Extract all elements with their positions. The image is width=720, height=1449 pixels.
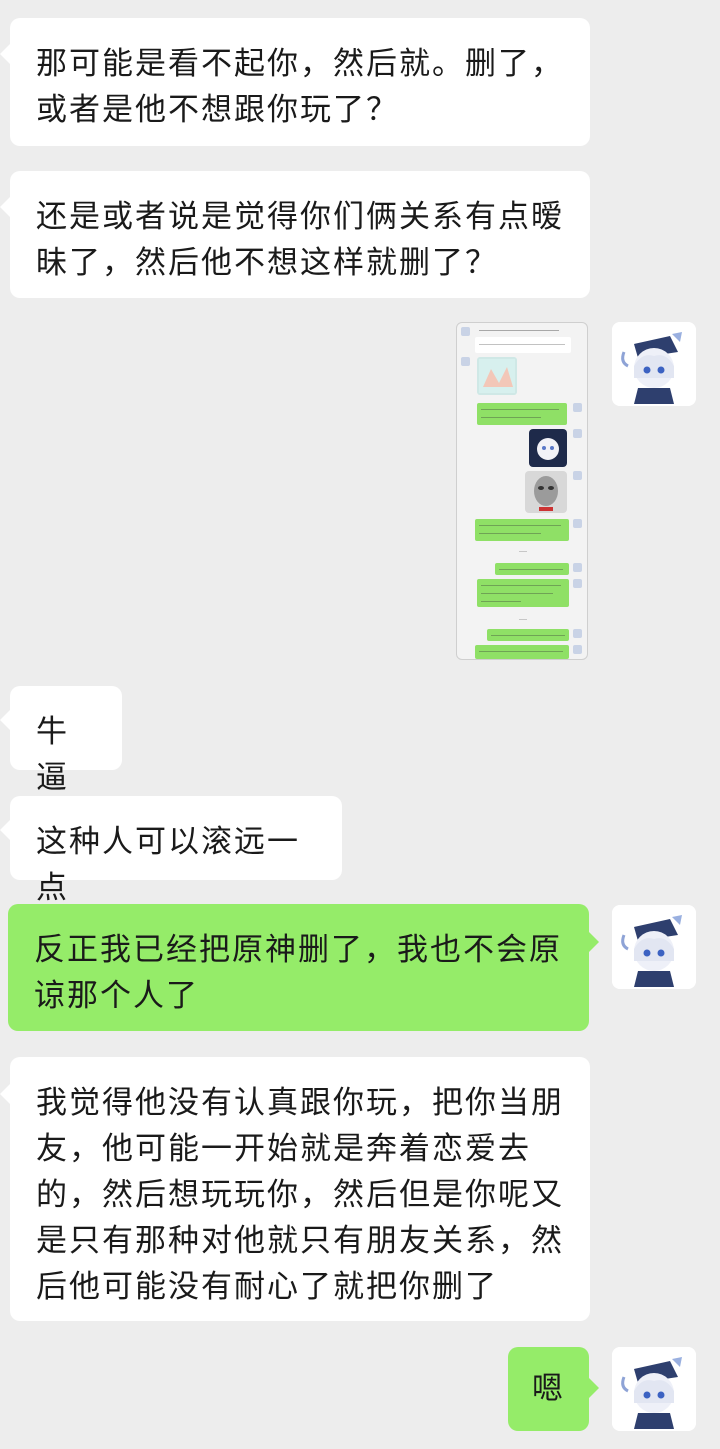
bubble-tail xyxy=(0,1084,10,1104)
avatar[interactable] xyxy=(612,1347,696,1431)
message-text: 牛逼 xyxy=(36,714,69,796)
bubble-tail xyxy=(0,44,10,64)
message-text: 我觉得他没有认真跟你玩，把你当朋友，他可能一开始就是奔着恋爱去的，然后想玩玩你，… xyxy=(36,1085,564,1305)
sticker-image xyxy=(525,471,567,513)
anime-avatar-icon xyxy=(612,322,696,406)
bubble-tail xyxy=(0,197,10,217)
anime-avatar-icon xyxy=(612,905,696,989)
message-text: 那可能是看不起你，然后就。删了，或者是他不想跟你玩了？ xyxy=(36,46,564,128)
message-text: 还是或者说是觉得你们俩关系有点暧昧了，然后他不想这样就删了？ xyxy=(36,199,564,281)
message-text: 反正我已经把原神删了，我也不会原谅那个人了 xyxy=(34,932,562,1014)
message-text: 这种人可以滚远一点 xyxy=(36,824,300,906)
message-bubble-outgoing[interactable]: 嗯 xyxy=(508,1347,589,1431)
bubble-tail xyxy=(589,932,599,952)
message-bubble-outgoing[interactable]: 反正我已经把原神删了，我也不会原谅那个人了 xyxy=(8,904,589,1031)
message-bubble-incoming[interactable]: 牛逼 xyxy=(10,686,122,796)
bubble-tail xyxy=(589,1378,599,1398)
message-bubble-incoming[interactable]: 我觉得他没有认真跟你玩，把你当朋友，他可能一开始就是奔着恋爱去的，然后想玩玩你，… xyxy=(10,1057,590,1321)
message-text: 嗯 xyxy=(532,1371,565,1407)
anime-avatar-icon xyxy=(612,1347,696,1431)
message-bubble-incoming[interactable]: 那可能是看不起你，然后就。删了，或者是他不想跟你玩了？ xyxy=(10,18,590,146)
bubble-tail xyxy=(0,820,10,840)
avatar[interactable] xyxy=(612,322,696,406)
sticker-image xyxy=(529,429,567,467)
message-bubble-incoming[interactable]: 这种人可以滚远一点 xyxy=(10,796,342,906)
sticker-image xyxy=(477,357,517,395)
message-bubble-incoming[interactable]: 还是或者说是觉得你们俩关系有点暧昧了，然后他不想这样就删了？ xyxy=(10,171,590,298)
avatar[interactable] xyxy=(612,905,696,989)
bubble-tail xyxy=(0,710,10,730)
image-message-screenshot[interactable] xyxy=(456,322,588,660)
